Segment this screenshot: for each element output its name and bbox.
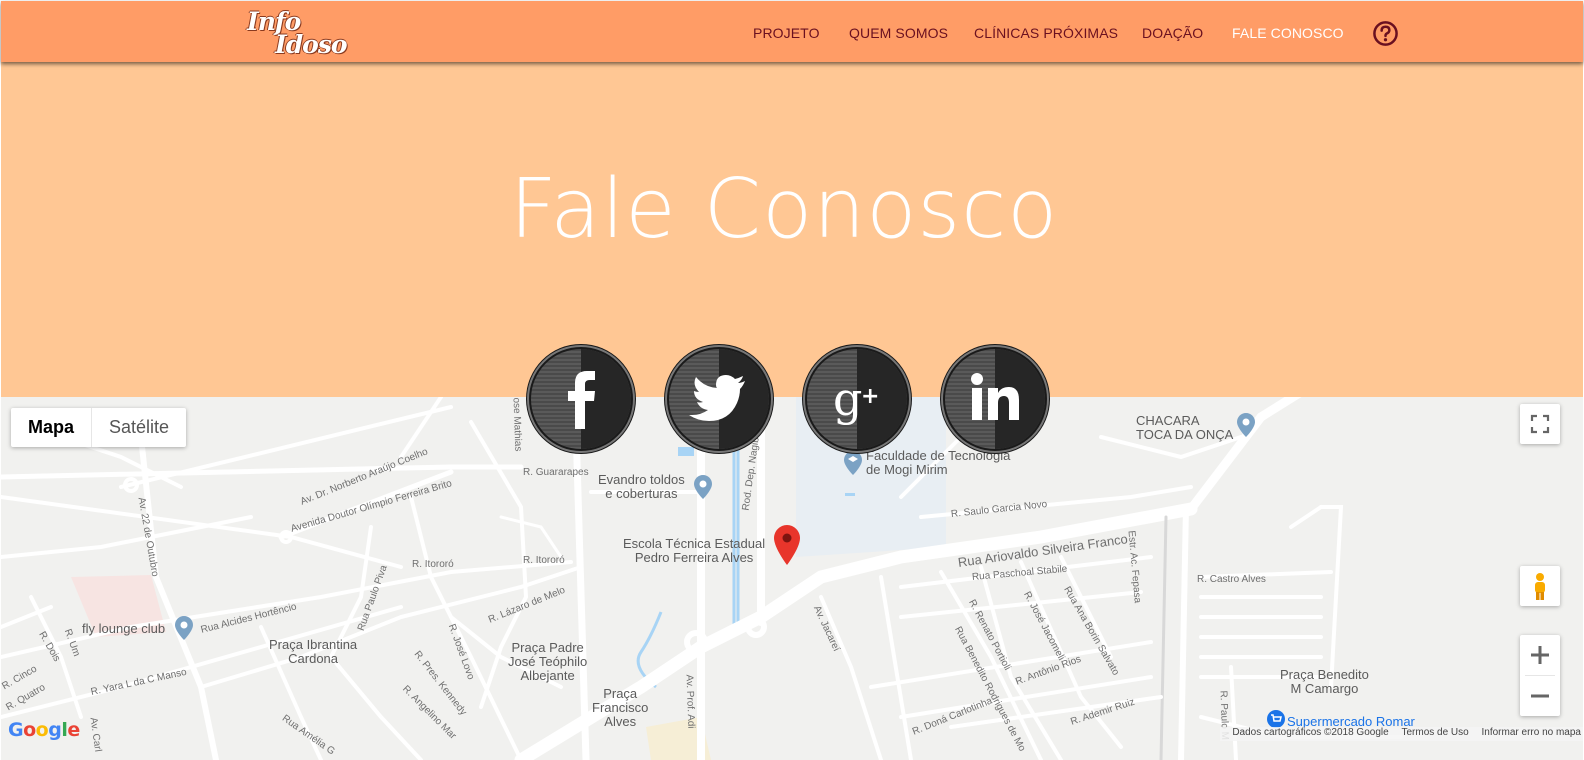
street-label: R. Itororó	[523, 555, 565, 566]
linkedin-icon[interactable]	[939, 343, 1051, 455]
street-view-button[interactable]	[1520, 566, 1560, 606]
map-type-map-button[interactable]: Mapa	[11, 408, 93, 447]
question-circle-icon[interactable]	[1372, 20, 1399, 47]
map-type-satellite-button[interactable]: Satélite	[92, 408, 186, 447]
location-marker-icon[interactable]	[774, 525, 800, 565]
street-label: R. Castro Alves	[1197, 574, 1266, 585]
place-chacara-toca-da-onca[interactable]: CHACARA TOCA DA ONÇA	[1136, 414, 1233, 442]
google-plus-icon[interactable]: g +	[801, 343, 913, 455]
site-logo[interactable]: Info Idoso	[247, 7, 359, 61]
street-label: R. Guararapes	[523, 467, 589, 478]
place-label: Praça Ibrantina Cardona	[269, 637, 358, 666]
map-roads	[1, 397, 1403, 760]
place-label: fly lounge club	[82, 621, 166, 636]
google-logo[interactable]: Google	[8, 719, 80, 741]
nav-item-projeto[interactable]: PROJETO	[753, 25, 820, 41]
place-praca-benedito[interactable]: Praça Benedito M Camargo	[1280, 668, 1369, 696]
logo-line-2: Idoso	[275, 30, 348, 59]
google-map[interactable]: CHACARA TOCA DA ONÇA Faculdade de Tecnol…	[1, 397, 1583, 760]
navbar: Info Idoso PROJETO QUEM SOMOS CLÍNICAS P…	[1, 1, 1583, 62]
place-escola-tecnica[interactable]: Escola Técnica Estadual Pedro Ferreira A…	[623, 537, 765, 565]
place-label: CHACARA TOCA DA ONÇA	[1136, 413, 1234, 442]
fullscreen-button[interactable]	[1520, 404, 1560, 444]
twitter-icon[interactable]	[663, 343, 775, 455]
pegman-icon	[1535, 573, 1545, 600]
nav-item-quem-somos[interactable]: QUEM SOMOS	[849, 25, 948, 41]
place-label: Praça Padre José Teóphilo Albejante	[508, 640, 588, 683]
street-label: R. Itororó	[412, 559, 454, 570]
place-label: Praça Francisco Alves	[592, 686, 649, 729]
street-label: ose Mathias	[510, 397, 524, 452]
place-evandro-toldos[interactable]: Evandro toldos e coberturas	[598, 473, 685, 501]
zoom-out-icon[interactable]	[1520, 676, 1560, 716]
place-praca-francisco[interactable]: Praça Francisco Alves	[592, 687, 648, 729]
nav-item-fale-conosco[interactable]: FALE CONOSCO	[1232, 25, 1344, 41]
place-praca-ibrantina[interactable]: Praça Ibrantina Cardona	[269, 638, 357, 666]
map-data-credit: Dados cartográficos ©2018 Google	[1232, 727, 1389, 738]
map-attribution: Dados cartográficos ©2018 Google Termos …	[1220, 727, 1583, 741]
place-pin-icon[interactable]	[694, 475, 712, 499]
svg-text:g: g	[833, 372, 862, 426]
street-label: Av. Prof. Adi	[683, 674, 697, 729]
facebook-icon[interactable]	[525, 343, 637, 455]
nav-item-doacao[interactable]: DOAÇÃO	[1142, 25, 1203, 41]
map-type-control: Mapa Satélite	[11, 408, 187, 447]
zoom-in-icon[interactable]	[1520, 635, 1560, 675]
place-pin-icon[interactable]	[175, 616, 193, 640]
place-label: Evandro toldos e coberturas	[598, 472, 685, 501]
place-pin-icon[interactable]	[1237, 413, 1255, 437]
page-title: Fale Conosco	[509, 162, 1059, 257]
svg-text:+: +	[861, 384, 879, 409]
zoom-control	[1520, 635, 1560, 716]
place-label: Praça Benedito M Camargo	[1280, 667, 1369, 696]
report-map-error-link[interactable]: Informar erro no mapa	[1482, 727, 1582, 738]
place-fly-lounge-club[interactable]: fly lounge club	[82, 622, 165, 636]
nav-item-clinicas-proximas[interactable]: CLÍNICAS PRÓXIMAS	[974, 25, 1118, 41]
place-praca-padre[interactable]: Praça Padre José Teóphilo Albejante	[508, 641, 587, 683]
place-label: Escola Técnica Estadual Pedro Ferreira A…	[623, 536, 766, 565]
fullscreen-icon	[1530, 414, 1550, 434]
terms-of-use-link[interactable]: Termos de Uso	[1401, 727, 1468, 738]
hero-banner: Fale Conosco	[1, 62, 1583, 397]
